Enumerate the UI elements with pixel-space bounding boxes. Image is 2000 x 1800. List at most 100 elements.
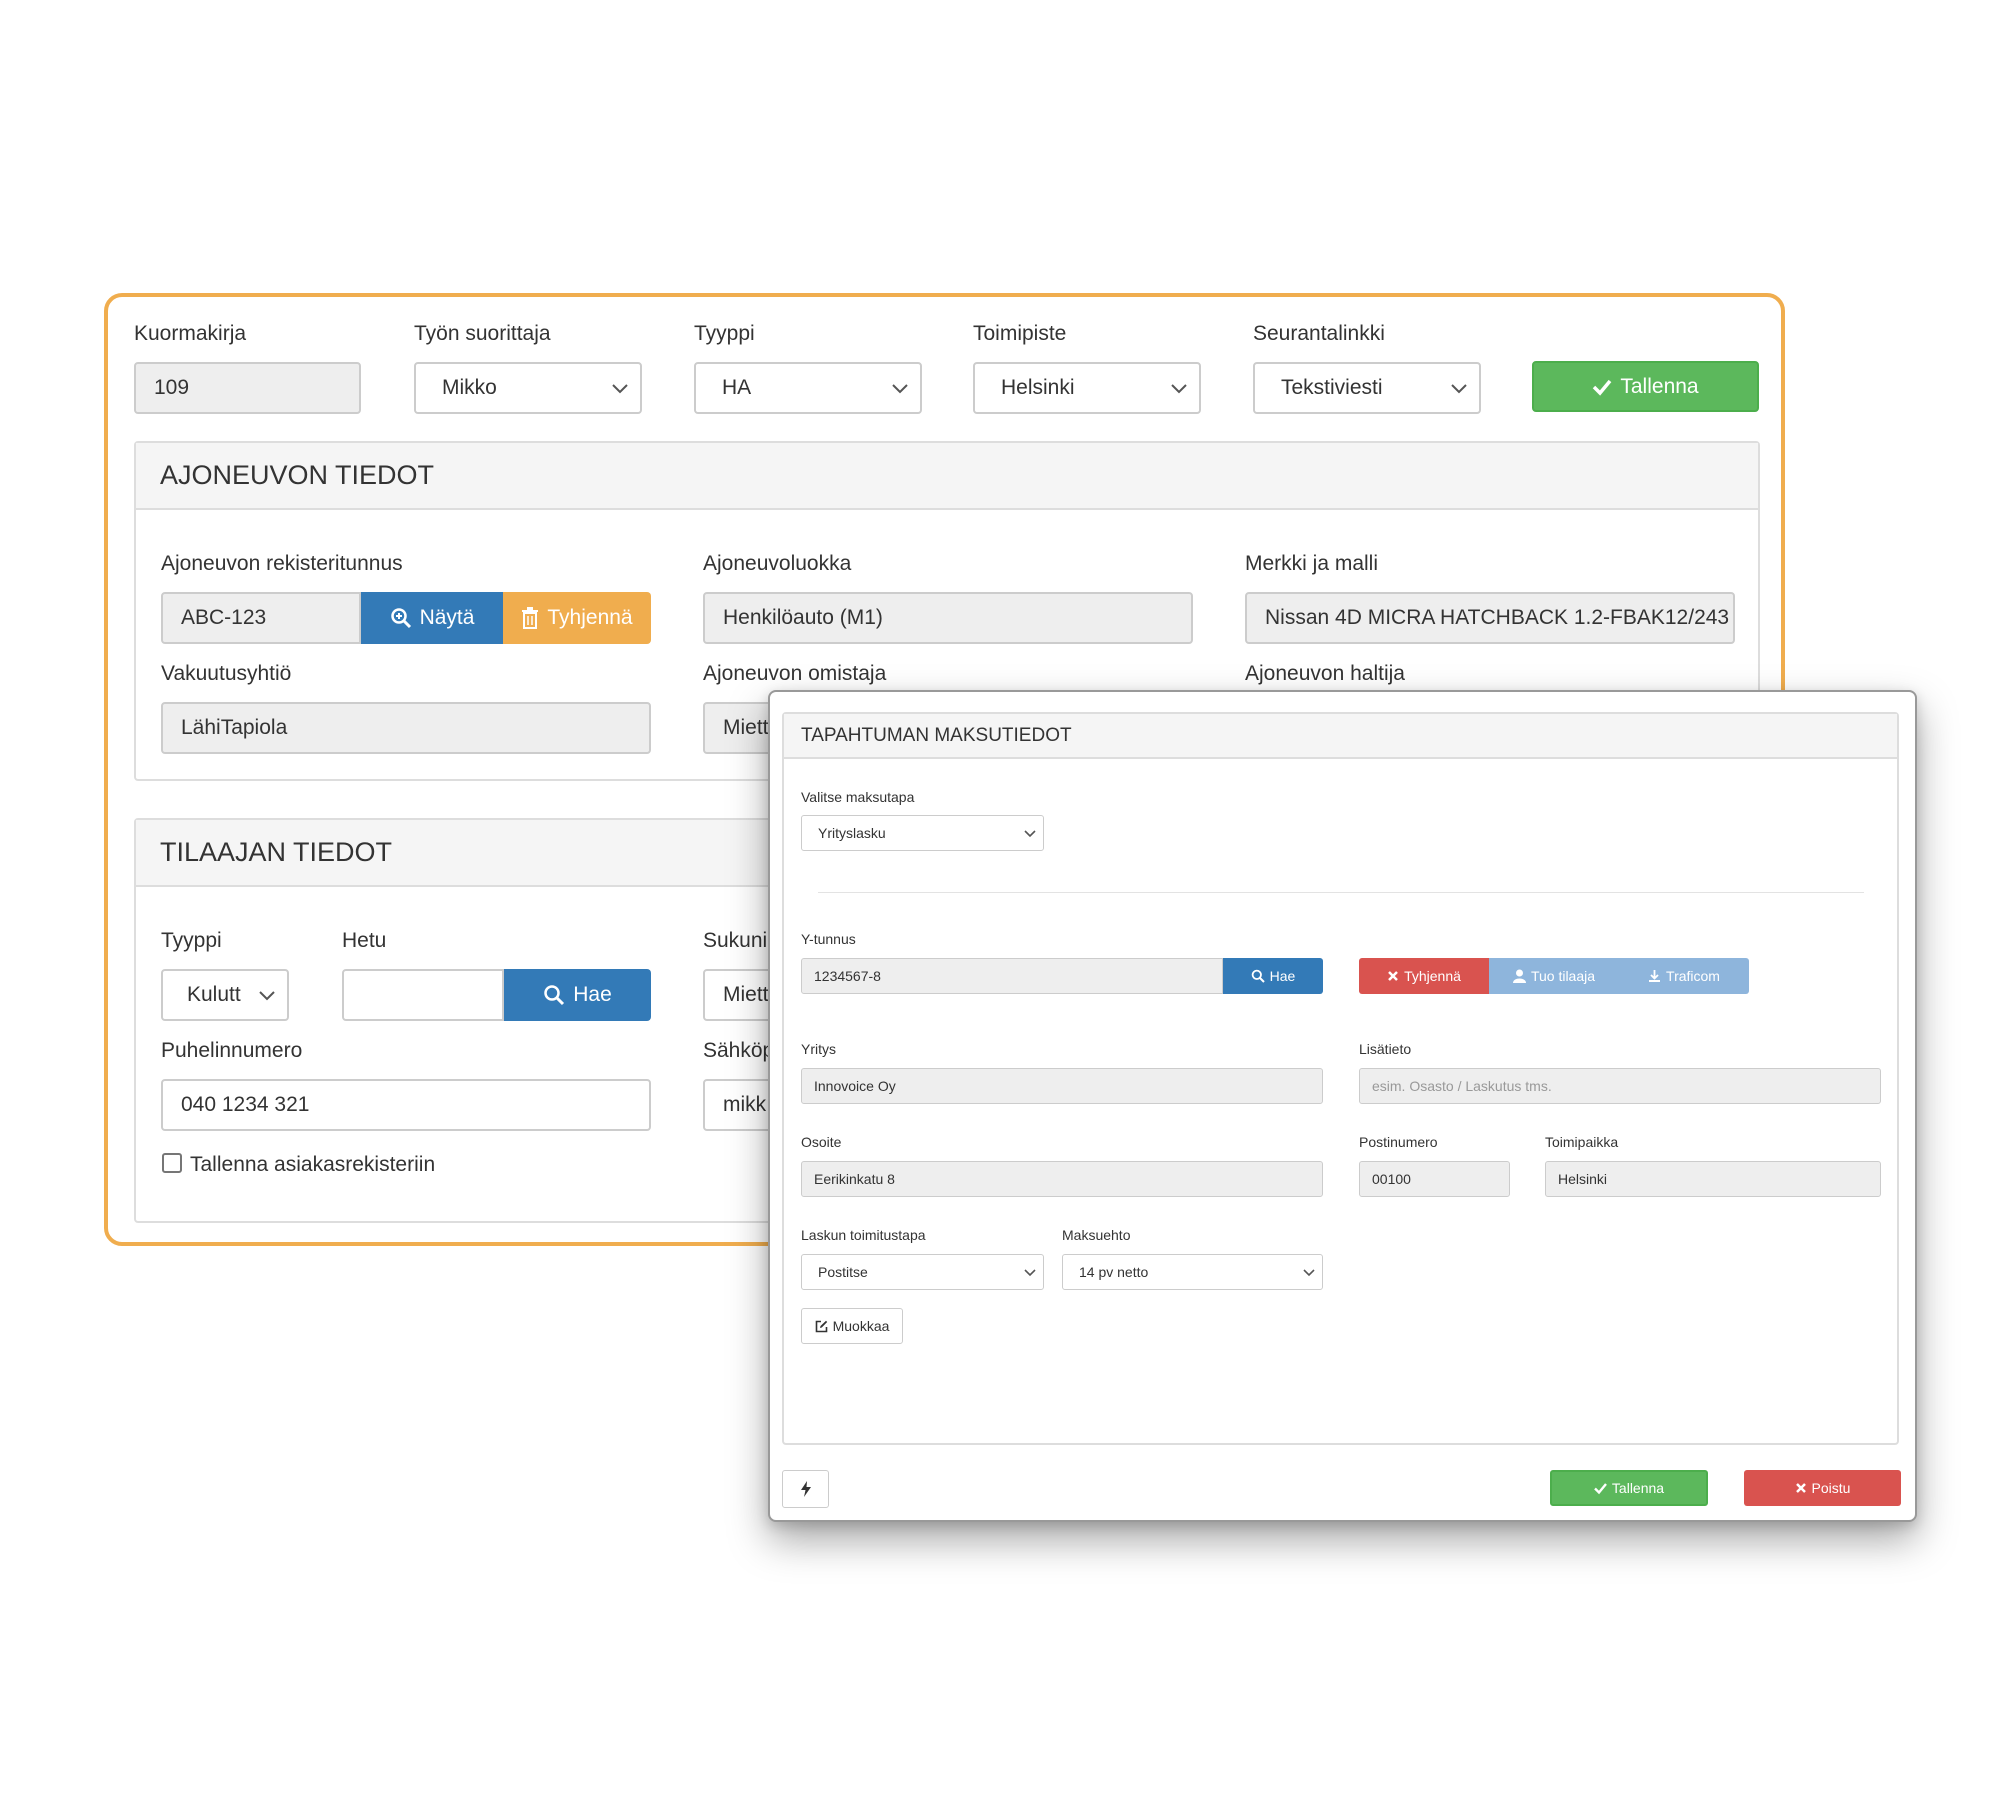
- chevron-down-icon: [1171, 384, 1187, 394]
- traficom-button[interactable]: Traficom: [1619, 958, 1749, 994]
- kuormakirja-value: 109: [154, 376, 190, 399]
- make-input[interactable]: Nissan 4D MICRA HATCHBACK 1.2-FBAK12/243: [1245, 592, 1735, 644]
- seuranta-select[interactable]: Tekstiviesti: [1253, 362, 1481, 414]
- edit-button[interactable]: Muokkaa: [801, 1308, 903, 1344]
- save-register-checkbox[interactable]: [162, 1153, 182, 1173]
- insurance-value: LähiTapiola: [181, 716, 288, 739]
- reg-input[interactable]: ABC-123: [161, 592, 361, 644]
- hetu-label: Hetu: [342, 929, 387, 952]
- payment-method-value: Yrityslasku: [818, 825, 886, 841]
- postal-value: 00100: [1372, 1171, 1411, 1187]
- trash-icon: [522, 607, 539, 629]
- divider: [818, 892, 1864, 893]
- edit-label: Muokkaa: [832, 1318, 890, 1334]
- extra-info-input[interactable]: esim. Osasto / Laskutus tms.: [1359, 1068, 1881, 1104]
- suorittaja-select[interactable]: Mikko: [414, 362, 642, 414]
- clear-vehicle-label: Tyhjennä: [547, 606, 633, 629]
- download-icon: [1649, 970, 1661, 982]
- ytunnus-value: 1234567-8: [814, 968, 881, 984]
- insurance-label: Vakuutusyhtiö: [161, 662, 292, 685]
- delivery-value: Postitse: [818, 1264, 868, 1280]
- chevron-down-icon: [259, 991, 275, 1001]
- owner-label: Ajoneuvon omistaja: [703, 662, 887, 685]
- toimipiste-select[interactable]: Helsinki: [973, 362, 1201, 414]
- close-icon: [1388, 971, 1398, 981]
- chevron-down-icon: [892, 384, 908, 394]
- chevron-down-icon: [1024, 830, 1036, 838]
- terms-label: Maksuehto: [1062, 1227, 1131, 1243]
- surname-value: Miett: [723, 983, 769, 1006]
- modal-exit-label: Poistu: [1811, 1480, 1851, 1496]
- modal-save-label: Tallenna: [1611, 1480, 1665, 1496]
- email-value: mikk: [723, 1093, 767, 1116]
- toimipiste-value: Helsinki: [1001, 376, 1075, 399]
- surname-label: Sukuni: [703, 929, 768, 952]
- check-icon: [1594, 1482, 1607, 1494]
- modal-save-button[interactable]: Tallenna: [1550, 1470, 1708, 1506]
- make-value: Nissan 4D MICRA HATCHBACK 1.2-FBAK12/243: [1265, 606, 1730, 629]
- quick-action-button[interactable]: [782, 1470, 829, 1508]
- search-icon: [1251, 969, 1265, 983]
- delivery-select[interactable]: Postitse: [801, 1254, 1044, 1290]
- lightning-icon: [800, 1481, 811, 1497]
- phone-input[interactable]: 040 1234 321: [161, 1079, 651, 1131]
- chevron-down-icon: [612, 384, 628, 394]
- company-input[interactable]: Innovoice Oy: [801, 1068, 1323, 1104]
- extra-info-placeholder: esim. Osasto / Laskutus tms.: [1372, 1078, 1552, 1094]
- reg-value: ABC-123: [181, 606, 267, 629]
- delivery-label: Laskun toimitustapa: [801, 1227, 926, 1243]
- seuranta-label: Seurantalinkki: [1253, 322, 1385, 345]
- insurance-input[interactable]: LähiTapiola: [161, 702, 651, 754]
- kuormakirja-label: Kuormakirja: [134, 322, 247, 345]
- suorittaja-value: Mikko: [442, 376, 497, 399]
- chevron-down-icon: [1451, 384, 1467, 394]
- ytunnus-label: Y-tunnus: [801, 931, 856, 947]
- phone-value: 040 1234 321: [181, 1093, 310, 1116]
- class-value: Henkilöauto (M1): [723, 606, 883, 629]
- tyyppi-label: Tyyppi: [694, 322, 755, 345]
- reg-label: Ajoneuvon rekisteritunnus: [161, 552, 403, 575]
- customer-type-select[interactable]: Kulutt: [161, 969, 289, 1021]
- payment-method-select[interactable]: Yrityslasku: [801, 815, 1044, 851]
- kuormakirja-input[interactable]: 109: [134, 362, 361, 414]
- ytunnus-search-label: Hae: [1269, 968, 1296, 984]
- hetu-search-button[interactable]: Hae: [504, 969, 651, 1021]
- postal-input[interactable]: 00100: [1359, 1161, 1510, 1197]
- city-label: Toimipaikka: [1545, 1134, 1619, 1150]
- chevron-down-icon: [1303, 1269, 1315, 1277]
- traficom-label: Traficom: [1666, 968, 1720, 984]
- tyyppi-value: HA: [722, 376, 752, 399]
- show-vehicle-button[interactable]: Näytä: [361, 592, 503, 644]
- vehicle-panel-title: AJONEUVON TIEDOT: [136, 443, 1758, 510]
- edit-icon: [815, 1320, 827, 1332]
- owner-value: Miett: [723, 716, 769, 739]
- hetu-input[interactable]: [342, 969, 504, 1021]
- save-button[interactable]: Tallenna: [1532, 361, 1759, 412]
- payment-method-label: Valitse maksutapa: [801, 789, 915, 805]
- terms-select[interactable]: 14 pv netto: [1062, 1254, 1323, 1290]
- address-input[interactable]: Eerikinkatu 8: [801, 1161, 1323, 1197]
- user-icon: [1512, 969, 1526, 983]
- toimipiste-label: Toimipiste: [973, 322, 1067, 345]
- phone-label: Puhelinnumero: [161, 1039, 303, 1062]
- address-label: Osoite: [801, 1134, 842, 1150]
- tyyppi-select[interactable]: HA: [694, 362, 922, 414]
- ytunnus-search-button[interactable]: Hae: [1223, 958, 1323, 994]
- city-input[interactable]: Helsinki: [1545, 1161, 1881, 1197]
- make-label: Merkki ja malli: [1245, 552, 1379, 575]
- postal-label: Postinumero: [1359, 1134, 1438, 1150]
- modal-exit-button[interactable]: Poistu: [1744, 1470, 1901, 1506]
- clear-company-label: Tyhjennä: [1404, 968, 1461, 984]
- show-vehicle-label: Näytä: [419, 606, 475, 629]
- class-input[interactable]: Henkilöauto (M1): [703, 592, 1193, 644]
- chevron-down-icon: [1024, 1269, 1036, 1277]
- clear-vehicle-button[interactable]: Tyhjennä: [503, 592, 651, 644]
- search-icon: [544, 985, 565, 1006]
- import-customer-button[interactable]: Tuo tilaaja: [1489, 958, 1619, 994]
- ytunnus-input[interactable]: 1234567-8: [801, 958, 1223, 994]
- payment-panel-title: TAPAHTUMAN MAKSUTIEDOT: [784, 714, 1897, 759]
- company-label: Yritys: [801, 1041, 836, 1057]
- clear-company-button[interactable]: Tyhjennä: [1359, 958, 1489, 994]
- hetu-search-label: Hae: [573, 983, 612, 1006]
- customer-type-label: Tyyppi: [161, 929, 222, 952]
